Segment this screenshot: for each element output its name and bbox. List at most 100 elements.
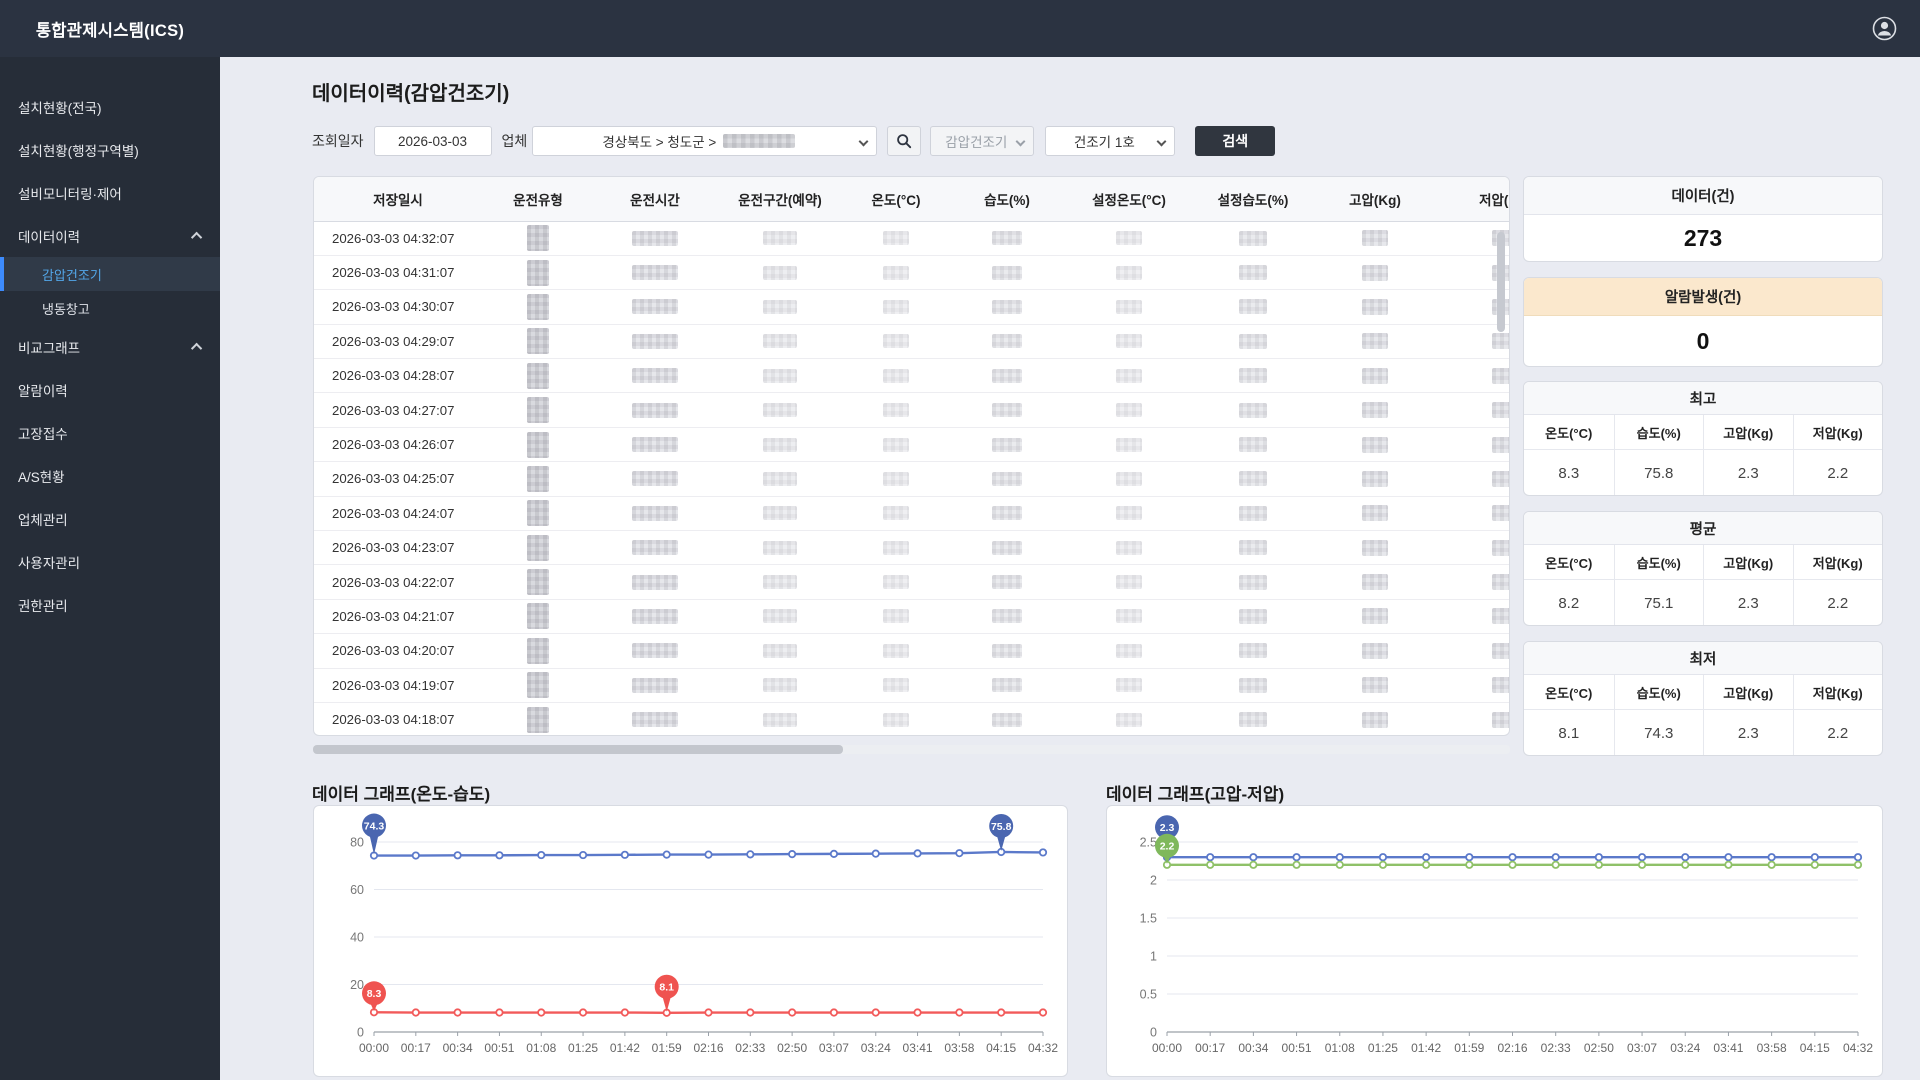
timestamp-cell: 2026-03-03 04:26:07	[314, 427, 482, 463]
sidebar-item[interactable]: 설치현황(전국)	[0, 85, 220, 128]
sidebar-item[interactable]: A/S현황	[0, 454, 220, 497]
redacted-value	[1239, 574, 1267, 590]
data-cell	[1066, 289, 1192, 325]
table-row: 2026-03-03 04:20:07	[314, 633, 1509, 669]
sidebar-nav: 설치현황(전국) 설치현황(행정구역별) 설비모니터링·제어 데이터이력 감압건조기 냉동…	[0, 57, 220, 626]
stat-col-headers: 온도(°C) 습도(%) 고압(Kg) 저압(Kg)	[1524, 415, 1882, 450]
svg-text:03:24: 03:24	[861, 1041, 891, 1055]
stat-card: 평균 온도(°C) 습도(%) 고압(Kg) 저압(Kg) 8.2 75.1 2.3 2.2	[1523, 511, 1883, 626]
sidebar-subitem[interactable]: 냉동창고	[0, 291, 220, 325]
stat-card-title: 최저	[1524, 642, 1882, 675]
stat-card: 최고 온도(°C) 습도(%) 고압(Kg) 저압(Kg) 8.3 75.8 2.3 2.2	[1523, 381, 1883, 496]
sidebar-item[interactable]: 데이터이력	[0, 214, 220, 257]
data-cell	[1192, 461, 1314, 497]
table-vertical-scrollbar[interactable]	[1497, 232, 1505, 332]
stat-card-title: 최고	[1524, 382, 1882, 415]
data-cell	[948, 221, 1066, 256]
stat-value: 75.8	[1613, 450, 1704, 495]
table-body: 2026-03-03 04:32:07 2026-03-03 04:31:07 20…	[314, 221, 1509, 735]
stat-col-header: 온도(°C)	[1524, 675, 1614, 710]
redacted-value	[1362, 642, 1388, 659]
data-cell	[594, 668, 716, 703]
sidebar-item[interactable]: 알람이력	[0, 368, 220, 411]
data-cell	[716, 702, 844, 735]
stat-value: 2.3	[1703, 580, 1793, 625]
company-search-button[interactable]	[887, 126, 922, 156]
redacted-value	[883, 712, 909, 727]
data-cell	[1192, 289, 1314, 325]
svg-text:01:25: 01:25	[568, 1041, 598, 1055]
table-row: 2026-03-03 04:30:07	[314, 289, 1509, 325]
redacted-value	[763, 678, 797, 693]
app-title: 통합관제시스템(ICS)	[0, 0, 220, 57]
sidebar-item-label: 설치현황(전국)	[18, 100, 102, 116]
redacted-value	[1116, 678, 1142, 693]
data-cell	[1066, 461, 1192, 497]
redacted-value	[763, 368, 797, 383]
redacted-value	[1492, 574, 1509, 591]
data-cell	[482, 461, 594, 497]
data-cell	[948, 392, 1066, 428]
redacted-value	[1492, 470, 1509, 487]
table-row: 2026-03-03 04:27:07	[314, 392, 1509, 428]
table-row: 2026-03-03 04:18:07	[314, 702, 1509, 735]
data-cell	[594, 255, 716, 291]
svg-text:2: 2	[1150, 874, 1157, 888]
date-input[interactable]	[373, 126, 492, 156]
table-horizontal-scrollbar[interactable]	[313, 745, 843, 754]
sidebar-item-label: 알람이력	[18, 383, 68, 399]
stat-card-title: 평균	[1524, 512, 1882, 545]
search-button[interactable]: 검색	[1195, 126, 1276, 156]
data-cell	[1314, 427, 1436, 463]
column-header: 저압(Kg)	[1436, 177, 1509, 222]
redacted-value	[883, 299, 909, 314]
redacted-value	[763, 575, 797, 590]
timestamp-cell: 2026-03-03 04:23:07	[314, 530, 482, 566]
svg-text:01:08: 01:08	[1325, 1041, 1355, 1055]
redacted-value	[1362, 264, 1388, 281]
company-select[interactable]: 경상북도 > 청도군 >	[532, 126, 878, 156]
stat-col-header: 고압(Kg)	[1703, 675, 1793, 710]
data-cell	[716, 496, 844, 532]
redacted-value	[1116, 403, 1142, 418]
redacted-value	[1116, 540, 1142, 555]
redacted-value	[1492, 333, 1509, 350]
data-cell	[1436, 530, 1509, 566]
svg-text:60: 60	[350, 883, 364, 897]
redacted-value	[1116, 231, 1142, 246]
user-account-button[interactable]	[1871, 15, 1898, 42]
data-cell	[1314, 530, 1436, 566]
data-cell	[844, 358, 948, 394]
device-unit-select[interactable]: 건조기 1호	[1045, 126, 1176, 156]
redacted-value	[1362, 539, 1388, 556]
data-cell	[482, 564, 594, 600]
sidebar-subitem[interactable]: 감압건조기	[0, 257, 220, 291]
device-type-select[interactable]: 감압건조기	[930, 126, 1035, 156]
stat-value: 8.3	[1558, 464, 1580, 482]
sidebar-item[interactable]: 설비모니터링·제어	[0, 171, 220, 214]
data-cell	[844, 702, 948, 735]
search-icon	[897, 134, 912, 149]
svg-text:02:50: 02:50	[1584, 1041, 1614, 1055]
sidebar-item[interactable]: 권한관리	[0, 583, 220, 626]
sidebar-item[interactable]: 사용자관리	[0, 540, 220, 583]
column-header: 온도(°C)	[844, 177, 948, 222]
data-cell	[482, 289, 594, 325]
redacted-value	[527, 500, 549, 527]
sidebar-item[interactable]: 고장접수	[0, 411, 220, 454]
svg-text:2.3: 2.3	[1160, 822, 1175, 834]
sidebar-item[interactable]: 설치현황(행정구역별)	[0, 128, 220, 171]
svg-text:0.5: 0.5	[1140, 988, 1157, 1002]
redacted-value	[1116, 506, 1142, 521]
redacted-value	[883, 540, 909, 555]
redacted-value	[763, 265, 797, 280]
sidebar-item[interactable]: 업체관리	[0, 497, 220, 540]
sidebar-item[interactable]: 비교그래프	[0, 325, 220, 368]
redacted-value	[632, 402, 678, 418]
data-cell	[1314, 702, 1436, 735]
stat-value: 2.2	[1792, 450, 1883, 495]
data-cell	[1314, 461, 1436, 497]
table-row: 2026-03-03 04:25:07	[314, 461, 1509, 497]
data-cell	[844, 221, 948, 256]
redacted-value	[992, 540, 1022, 555]
